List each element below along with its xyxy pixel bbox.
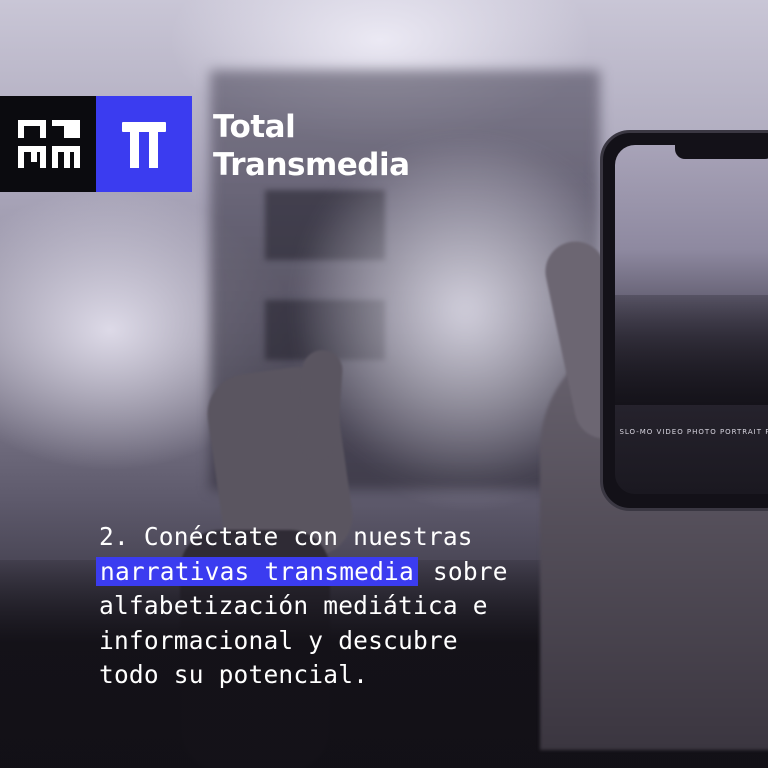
brand-name: Total Transmedia <box>213 108 410 184</box>
background-photo: SLO-MO VIDEO PHOTO PORTRAIT PANO <box>0 0 768 768</box>
pi-icon <box>122 122 166 168</box>
caption-line-2: narrativas transmedia sobre <box>96 555 659 590</box>
raised-finger <box>296 348 344 462</box>
caption-line-3: alfabetización mediática e <box>99 591 488 620</box>
caption-line-1: 2. Conéctate con nuestras <box>99 522 473 551</box>
dim-logo <box>0 96 96 192</box>
brand-line-2: Transmedia <box>213 147 410 183</box>
dim-pixel-icon <box>18 120 80 168</box>
transmedia-logo <box>96 96 192 192</box>
caption-highlight: narrativas transmedia <box>96 556 418 586</box>
caption-line-5: todo su potencial. <box>99 660 369 689</box>
caption-line-2-rest: sobre <box>417 556 508 586</box>
caption-text: 2. Conéctate con nuestras narrativas tra… <box>96 520 659 693</box>
caption-line-4: informacional y descubre <box>99 625 458 655</box>
phone-screen-crowd <box>615 295 768 405</box>
camera-modes: SLO-MO VIDEO PHOTO PORTRAIT PANO <box>619 428 768 436</box>
brand-line-1: Total <box>213 109 296 145</box>
phone-screen: SLO-MO VIDEO PHOTO PORTRAIT PANO <box>615 145 768 494</box>
phone-notch <box>675 145 768 159</box>
smartphone: SLO-MO VIDEO PHOTO PORTRAIT PANO <box>600 130 768 511</box>
